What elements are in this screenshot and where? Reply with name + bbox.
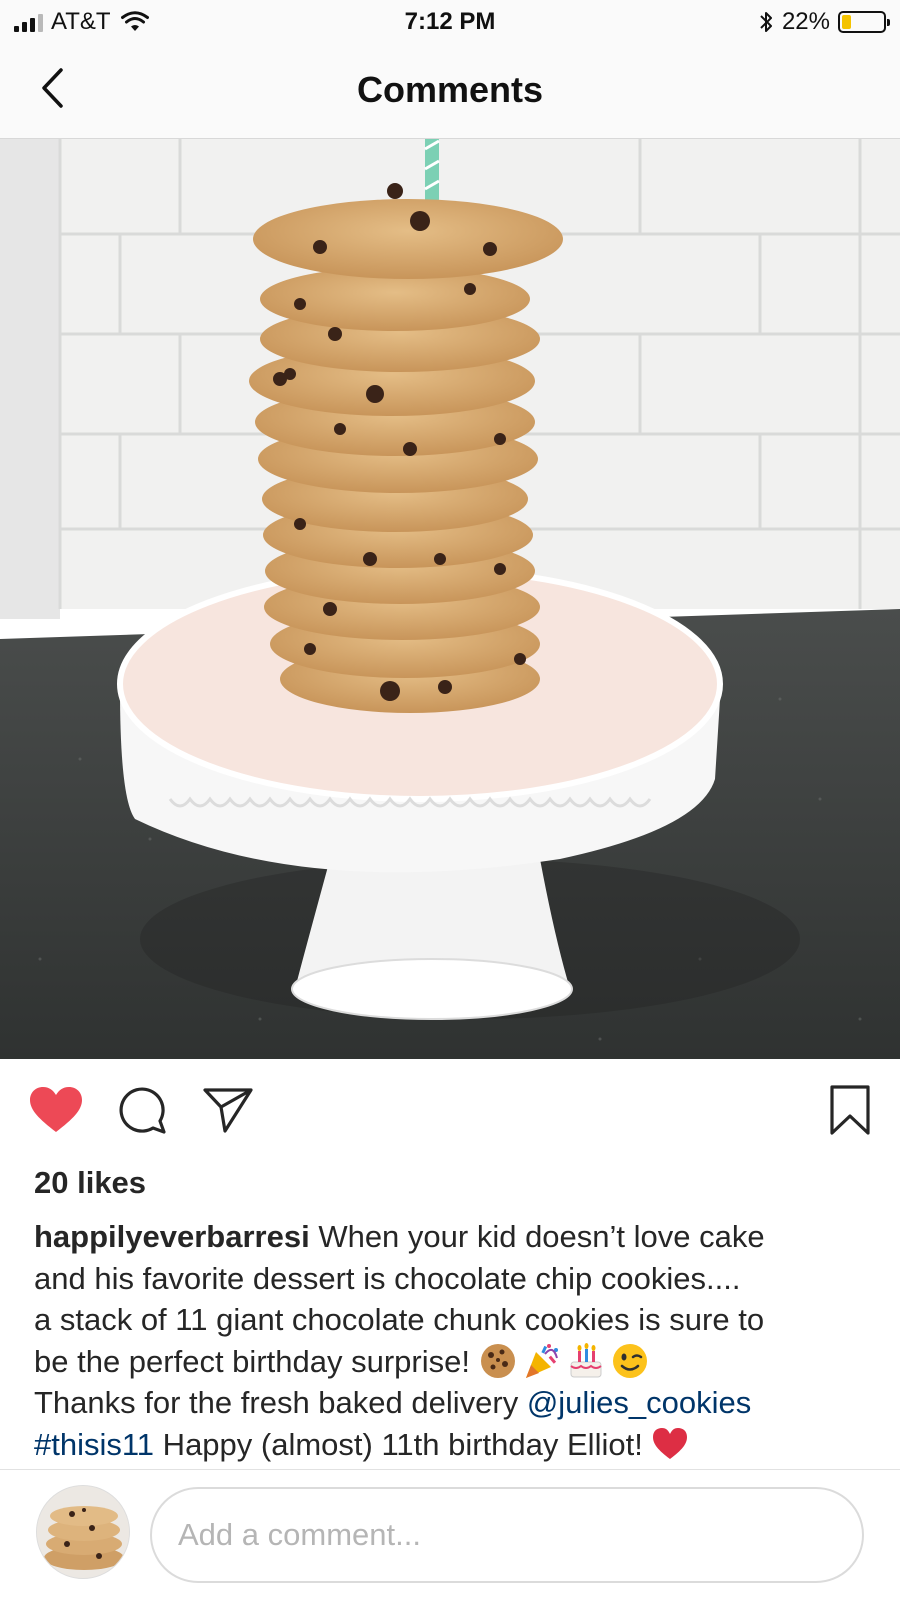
caption-text-1: When your kid doesn’t love cake (309, 1219, 765, 1254)
winking-face-emoji (612, 1343, 647, 1378)
cookie-emoji (480, 1343, 515, 1378)
hashtag-link[interactable]: #thisis11 (34, 1427, 154, 1462)
comment-button[interactable] (112, 1080, 172, 1140)
save-button[interactable] (820, 1080, 880, 1140)
bluetooth-icon (760, 12, 772, 32)
avatar[interactable] (36, 1485, 130, 1579)
bookmark-icon (830, 1085, 870, 1135)
battery-fill (842, 15, 851, 29)
comment-bubble-icon (119, 1087, 166, 1134)
comment-input[interactable] (150, 1487, 864, 1583)
status-right: 22% (758, 8, 890, 36)
share-button[interactable] (198, 1080, 258, 1140)
birthday-cake-emoji (569, 1342, 602, 1377)
cookie-stack (249, 183, 563, 713)
avatar-image (37, 1486, 129, 1578)
divider (0, 1469, 900, 1470)
caption-text-3: a stack of 11 giant chocolate chunk cook… (34, 1302, 765, 1337)
heart-filled-icon (30, 1087, 82, 1132)
battery-icon (838, 11, 890, 33)
battery-percent: 22% (781, 8, 830, 35)
nav-bar: Comments (0, 44, 900, 139)
post-actions (0, 1080, 900, 1140)
caption-username[interactable]: happilyeverbarresi (34, 1219, 310, 1254)
post-photo[interactable] (0, 139, 900, 1059)
page-title: Comments (356, 69, 544, 110)
like-button[interactable] (26, 1080, 86, 1140)
caption-text-2: and his favorite dessert is chocolate ch… (34, 1260, 741, 1296)
caption-text-4: be the perfect birthday surprise! (34, 1343, 479, 1379)
red-heart-emoji (653, 1427, 688, 1459)
mention-link[interactable]: @julies_cookies (527, 1385, 751, 1420)
party-popper-emoji (525, 1343, 558, 1378)
status-bar: AT&T 7:12 PM 22% (0, 0, 900, 44)
likes-count[interactable]: 20 likes (34, 1165, 146, 1201)
cookie-stack-image (0, 139, 900, 1059)
caption-text-5: Thanks for the fresh baked delivery (34, 1385, 527, 1420)
paper-plane-icon (203, 1088, 253, 1133)
post-caption: happilyeverbarresi When your kid doesn’t… (34, 1216, 874, 1465)
caption-text-6: Happy (almost) 11th birthday Elliot! (154, 1426, 652, 1462)
